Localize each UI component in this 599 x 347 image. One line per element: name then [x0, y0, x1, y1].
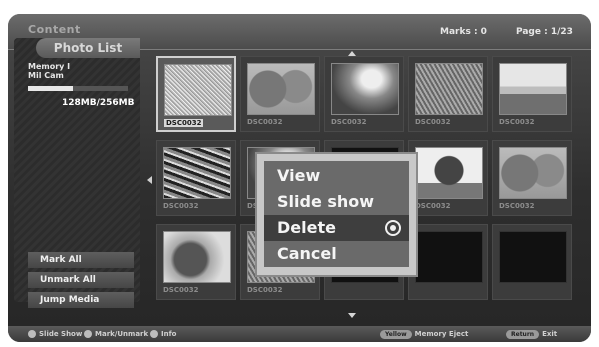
- photo-filename: DSC0032: [415, 118, 451, 126]
- photo-filename: DSC0032: [415, 202, 451, 210]
- panel-title: Photo List: [36, 38, 140, 58]
- capacity-text: 128MB/256MB: [62, 98, 135, 108]
- app-title: Content: [28, 23, 81, 36]
- context-menu-item-label: Slide show: [277, 192, 375, 211]
- context-menu-list: View Slide show Delete Cancel: [264, 161, 409, 267]
- hint-info-label: Info: [161, 330, 177, 338]
- context-menu-item-slide-show[interactable]: Slide show: [264, 189, 409, 215]
- photo-filename: DSC0032: [163, 202, 199, 210]
- mark-count: Marks : 0: [440, 27, 487, 37]
- capacity-bar-fill: [28, 86, 73, 91]
- photo-thumbnail-cell[interactable]: DSC0032: [156, 140, 236, 216]
- photo-thumbnail-image: [415, 63, 483, 115]
- device-line-2: Mil Cam: [28, 71, 64, 80]
- photo-thumbnail-image: [415, 231, 483, 283]
- photo-filename: DSC0032: [499, 118, 535, 126]
- photo-thumbnail-image: [247, 63, 315, 115]
- context-menu-item-view[interactable]: View: [264, 163, 409, 189]
- photo-thumbnail-image: [331, 63, 399, 115]
- yellow-key-icon: Yellow: [380, 329, 412, 339]
- return-key-icon: Return: [506, 329, 540, 339]
- page-indicator: Page : 1/23: [516, 27, 573, 37]
- hint-slide-show-label: Slide Show: [39, 330, 83, 338]
- context-menu-item-label: Cancel: [277, 244, 337, 263]
- hint-memory-eject: Yellow Memory Eject: [380, 326, 468, 342]
- photo-thumbnail-cell[interactable]: DSC0032: [156, 224, 236, 300]
- capacity-bar: [28, 86, 128, 91]
- hint-eject-label: Memory Eject: [414, 330, 469, 338]
- context-menu-item-cancel[interactable]: Cancel: [264, 241, 409, 267]
- photo-filename: DSC0032: [247, 286, 283, 294]
- photo-filename: DSC0032: [331, 118, 367, 126]
- photo-thumbnail-image: [163, 147, 231, 199]
- mark-button-icon: [84, 330, 92, 338]
- context-menu-item-delete[interactable]: Delete: [264, 215, 409, 241]
- unmark-all-button[interactable]: Unmark All: [28, 272, 134, 288]
- hint-exit: Return Exit: [506, 326, 557, 342]
- jump-media-button[interactable]: Jump Media: [28, 292, 134, 308]
- hint-mark-unmark: Mark/Unmark: [84, 326, 148, 342]
- photo-thumbnail-cell[interactable]: DSC0032: [156, 56, 236, 132]
- scroll-down-arrow-icon[interactable]: [348, 313, 356, 318]
- photo-thumbnail-image: [163, 231, 231, 283]
- photo-thumbnail-cell[interactable]: DSC0032: [492, 56, 572, 132]
- photo-filename: DSC0032: [247, 118, 283, 126]
- photo-filename: DSC0032: [499, 202, 535, 210]
- hint-info: Info: [150, 326, 176, 342]
- selected-radio-icon: [385, 220, 401, 236]
- context-menu-item-label: View: [277, 166, 321, 185]
- context-menu: View Slide show Delete Cancel: [255, 152, 418, 277]
- photo-filename: DSC0032: [163, 286, 199, 294]
- left-arrow-icon: [147, 176, 152, 184]
- photo-thumbnail-cell[interactable]: DSC0032: [240, 56, 320, 132]
- photo-thumbnail-image: [415, 147, 483, 199]
- hint-exit-label: Exit: [542, 330, 558, 338]
- photo-thumbnail-cell[interactable]: DSC0032: [408, 56, 488, 132]
- mark-all-button[interactable]: Mark All: [28, 252, 134, 268]
- device-name: Memory I Mil Cam: [28, 62, 128, 80]
- hint-bar: Slide Show Mark/Unmark Info Yellow Memory…: [8, 326, 591, 342]
- photo-thumbnail-cell[interactable]: DSC0032: [324, 56, 404, 132]
- photo-thumbnail-cell[interactable]: DSC0032: [408, 140, 488, 216]
- context-menu-item-label: Delete: [277, 218, 336, 237]
- photo-thumbnail-image: [499, 231, 567, 283]
- photo-thumbnail-image: [499, 63, 567, 115]
- play-button-icon: [28, 330, 36, 338]
- hint-mark-unmark-label: Mark/Unmark: [95, 330, 149, 338]
- photo-thumbnail-cell[interactable]: [492, 224, 572, 300]
- photo-thumbnail-image: [164, 64, 232, 116]
- photo-filename: DSC0032: [164, 119, 204, 127]
- device-line-1: Memory I: [28, 62, 71, 71]
- photo-thumbnail-cell[interactable]: DSC0032: [492, 140, 572, 216]
- photo-thumbnail-cell[interactable]: [408, 224, 488, 300]
- hint-slide-show: Slide Show: [28, 326, 82, 342]
- info-button-icon: [150, 330, 158, 338]
- photo-thumbnail-image: [499, 147, 567, 199]
